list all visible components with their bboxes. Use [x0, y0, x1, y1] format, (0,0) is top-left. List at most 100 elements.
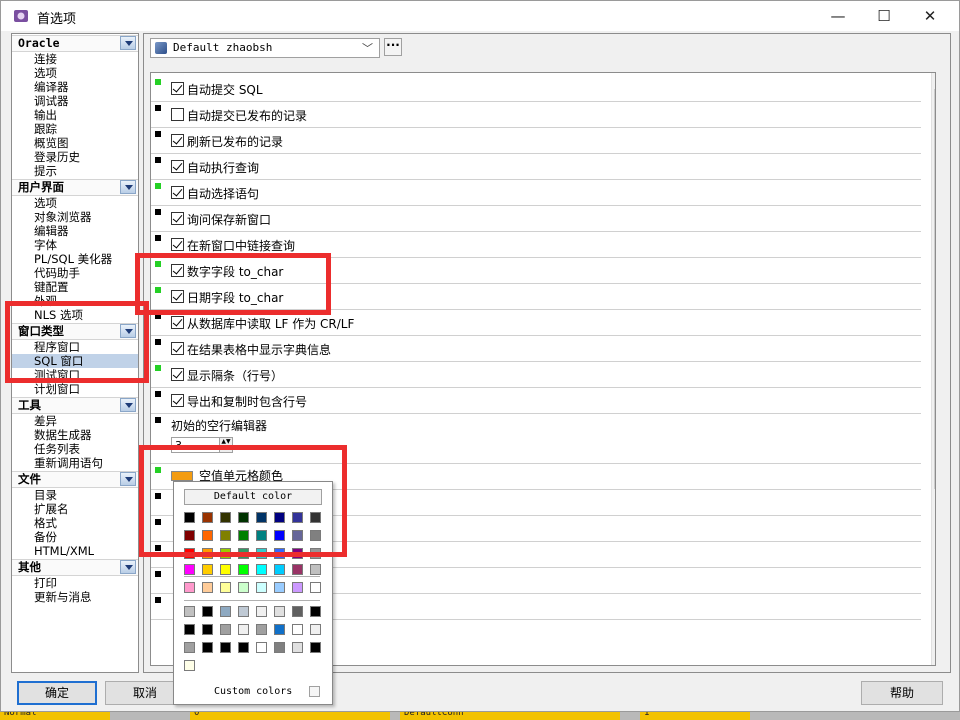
color-cell[interactable]	[220, 548, 231, 559]
color-cell[interactable]	[274, 642, 285, 653]
color-cell[interactable]	[310, 624, 321, 635]
color-cell[interactable]	[220, 530, 231, 541]
option-checkbox[interactable]	[171, 394, 184, 407]
option-checkbox[interactable]	[171, 368, 184, 381]
sidebar-item[interactable]: 提示	[12, 164, 138, 178]
collapse-arrow-icon[interactable]	[120, 36, 136, 50]
maximize-button[interactable]: ☐	[861, 1, 907, 31]
sidebar-item[interactable]: 重新调用语句	[12, 456, 138, 470]
sidebar-item[interactable]: 更新与消息	[12, 590, 138, 604]
color-cell[interactable]	[202, 642, 213, 653]
color-cell[interactable]	[220, 582, 231, 593]
color-cell[interactable]	[220, 642, 231, 653]
collapse-arrow-icon[interactable]	[120, 324, 136, 338]
option-checkbox[interactable]	[171, 160, 184, 173]
sidebar-item[interactable]: 代码助手	[12, 266, 138, 280]
color-cell[interactable]	[310, 512, 321, 523]
color-cell[interactable]	[184, 530, 195, 541]
color-cell[interactable]	[256, 624, 267, 635]
help-button[interactable]: 帮助	[861, 681, 943, 705]
color-cell[interactable]	[274, 530, 285, 541]
color-cell[interactable]	[256, 512, 267, 523]
close-button[interactable]: ✕	[907, 1, 953, 31]
profile-select[interactable]: Default zhaobsh ﹀	[150, 38, 380, 58]
sidebar-item[interactable]: 字体	[12, 238, 138, 252]
category-header[interactable]: 文件	[12, 471, 138, 488]
spinner-arrows-icon[interactable]: ▲▼	[219, 438, 232, 452]
vertical-scrollbar[interactable]: ▲ ▼	[931, 73, 935, 665]
category-header[interactable]: Oracle	[12, 35, 138, 52]
color-cell[interactable]	[292, 642, 303, 653]
sidebar-item[interactable]: 任务列表	[12, 442, 138, 456]
sidebar-item[interactable]: HTML/XML	[12, 544, 138, 558]
sidebar-item[interactable]: 对象浏览器	[12, 210, 138, 224]
sidebar-item[interactable]: 编辑器	[12, 224, 138, 238]
color-cell[interactable]	[238, 624, 249, 635]
color-cell[interactable]	[292, 582, 303, 593]
sidebar-item[interactable]: 差异	[12, 414, 138, 428]
color-cell[interactable]	[274, 564, 285, 575]
option-checkbox[interactable]	[171, 342, 184, 355]
option-checkbox[interactable]	[171, 290, 184, 303]
sidebar-item[interactable]: 连接	[12, 52, 138, 66]
color-cell[interactable]	[184, 548, 195, 559]
color-cell[interactable]	[202, 606, 213, 617]
sidebar-item[interactable]: 数据生成器	[12, 428, 138, 442]
option-checkbox[interactable]	[171, 264, 184, 277]
color-cell[interactable]	[202, 512, 213, 523]
color-cell[interactable]	[256, 564, 267, 575]
color-cell[interactable]	[238, 564, 249, 575]
color-cell[interactable]	[238, 548, 249, 559]
color-cell[interactable]	[310, 530, 321, 541]
color-cell[interactable]	[310, 564, 321, 575]
sidebar-item[interactable]: 备份	[12, 530, 138, 544]
color-cell[interactable]	[184, 624, 195, 635]
color-cell[interactable]	[292, 606, 303, 617]
color-cell[interactable]	[220, 606, 231, 617]
color-cell[interactable]	[202, 530, 213, 541]
color-cell[interactable]	[238, 642, 249, 653]
sidebar-item[interactable]: 编译器	[12, 80, 138, 94]
color-cell[interactable]	[256, 606, 267, 617]
collapse-arrow-icon[interactable]	[120, 560, 136, 574]
color-cell[interactable]	[184, 582, 195, 593]
scroll-thumb[interactable]	[934, 89, 935, 489]
minimize-button[interactable]: —	[815, 1, 861, 31]
color-cell[interactable]	[274, 582, 285, 593]
color-cell[interactable]	[238, 530, 249, 541]
color-cell[interactable]	[256, 582, 267, 593]
sidebar-item[interactable]: 登录历史	[12, 150, 138, 164]
color-cell[interactable]	[202, 564, 213, 575]
sidebar-item[interactable]: 程序窗口	[12, 340, 138, 354]
option-checkbox[interactable]	[171, 134, 184, 147]
default-color-button[interactable]: Default color	[184, 489, 322, 505]
color-cell[interactable]	[256, 548, 267, 559]
sidebar-item[interactable]: 格式	[12, 516, 138, 530]
category-header[interactable]: 窗口类型	[12, 323, 138, 340]
sidebar-item[interactable]: 目录	[12, 488, 138, 502]
color-cell[interactable]	[274, 512, 285, 523]
color-cell[interactable]	[256, 642, 267, 653]
sidebar-item[interactable]: 跟踪	[12, 122, 138, 136]
color-cell[interactable]	[184, 660, 195, 671]
sidebar-item[interactable]: 键配置	[12, 280, 138, 294]
option-checkbox[interactable]	[171, 212, 184, 225]
option-checkbox[interactable]	[171, 316, 184, 329]
sidebar-item[interactable]: 测试窗口	[12, 368, 138, 382]
color-cell[interactable]	[184, 606, 195, 617]
scroll-down-icon[interactable]: ▼	[934, 649, 935, 663]
color-cell[interactable]	[184, 512, 195, 523]
color-cell[interactable]	[256, 530, 267, 541]
category-header[interactable]: 其他	[12, 559, 138, 576]
sidebar-item[interactable]: 计划窗口	[12, 382, 138, 396]
sidebar-item[interactable]: NLS 选项	[12, 308, 138, 322]
color-cell[interactable]	[202, 548, 213, 559]
sidebar-item[interactable]: SQL 窗口	[12, 354, 138, 368]
color-cell[interactable]	[220, 564, 231, 575]
sidebar-item[interactable]: 选项	[12, 196, 138, 210]
sidebar-item[interactable]: 打印	[12, 576, 138, 590]
color-cell[interactable]	[310, 606, 321, 617]
scroll-up-icon[interactable]: ▲	[934, 74, 935, 88]
color-cell[interactable]	[220, 624, 231, 635]
color-cell[interactable]	[292, 564, 303, 575]
